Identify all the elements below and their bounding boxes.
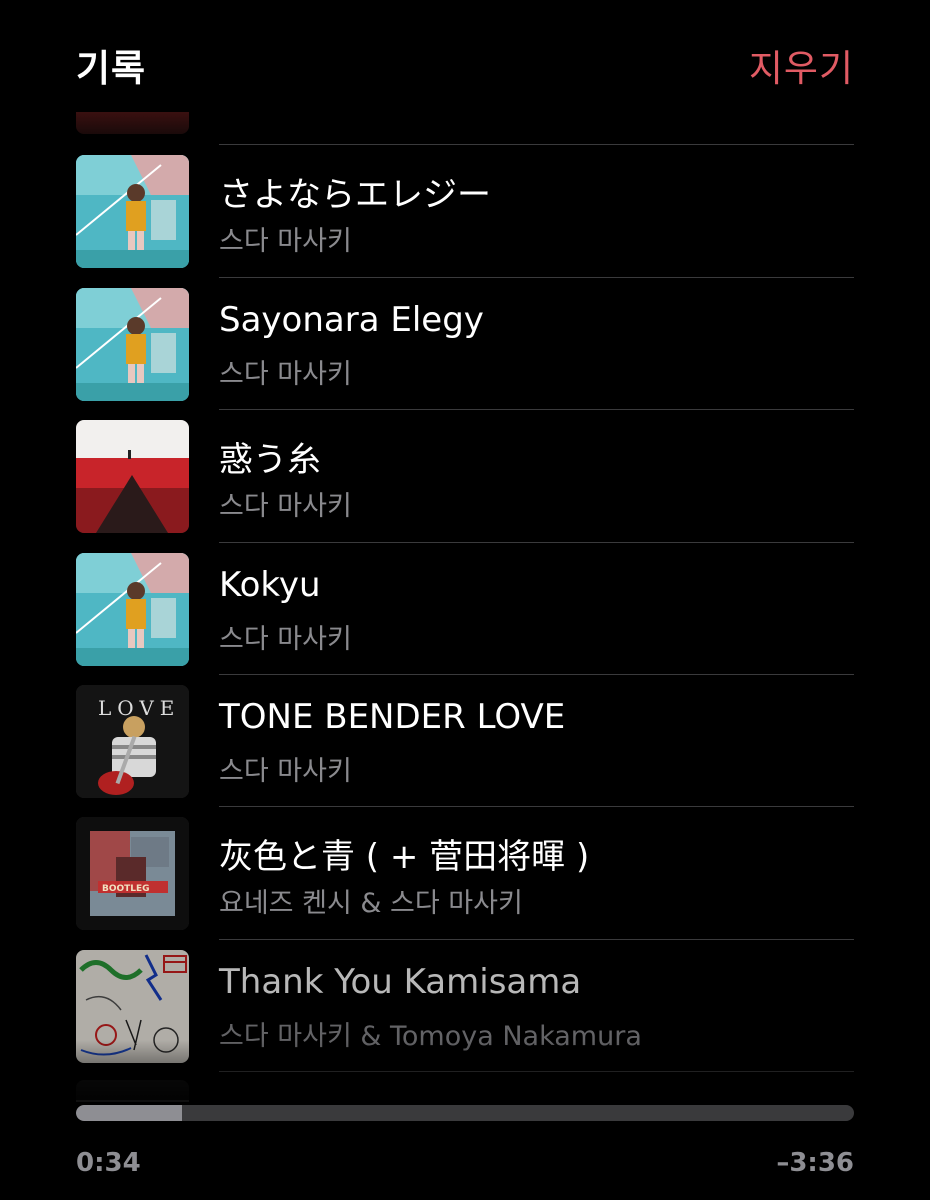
song-artist: 스다 마사키 xyxy=(219,359,352,390)
history-item[interactable]: Kokyu 스다 마사키 xyxy=(0,543,930,675)
album-art-cyan-boy xyxy=(76,288,189,401)
song-title: 灰色と青 ( + 菅田将暉 ) xyxy=(219,837,590,877)
page-title: 기록 xyxy=(76,47,147,90)
song-artist: 요네즈 켄시 & 스다 마사키 xyxy=(219,888,523,919)
song-title: TONE BENDER LOVE xyxy=(219,697,566,737)
divider xyxy=(219,1071,854,1072)
song-title: Kokyu xyxy=(219,565,321,605)
history-item[interactable]: Sayonara Elegy 스다 마사키 xyxy=(0,278,930,410)
song-title: Thank You Kamisama xyxy=(219,962,582,1002)
svg-text:LOVE: LOVE xyxy=(98,696,180,720)
playback-progress-fill xyxy=(76,1105,182,1121)
album-art-doodle xyxy=(76,950,189,1063)
partial-album-art xyxy=(76,1080,189,1102)
history-item[interactable]: 惑う糸 스다 마사키 xyxy=(0,410,930,542)
partial-album-art xyxy=(76,112,189,134)
remaining-time: –3:36 xyxy=(776,1148,854,1178)
album-art-red-field xyxy=(76,420,189,533)
song-artist: 스다 마사키 xyxy=(219,756,352,787)
song-artist: 스다 마사키 & Tomoya Nakamura xyxy=(219,1021,642,1052)
history-header: 기록 지우기 xyxy=(0,0,930,120)
album-art-cyan-boy xyxy=(76,155,189,268)
song-artist: 스다 마사키 xyxy=(219,226,352,257)
album-art-bootleg: BOOTLEG xyxy=(76,817,189,930)
history-item[interactable]: BOOTLEG 灰色と青 ( + 菅田将暉 ) 요네즈 켄시 & 스다 마사키 xyxy=(0,807,930,939)
song-title: Sayonara Elegy xyxy=(219,300,484,340)
album-art-love-guitar: LOVE xyxy=(76,685,189,798)
song-artist: 스다 마사키 xyxy=(219,491,352,522)
song-title: さよならエレジー xyxy=(219,175,491,215)
elapsed-time: 0:34 xyxy=(76,1148,141,1178)
svg-text:BOOTLEG: BOOTLEG xyxy=(102,884,150,894)
album-art-cyan-boy xyxy=(76,553,189,666)
song-title: 惑う糸 xyxy=(219,440,321,480)
song-artist: 스다 마사키 xyxy=(219,624,352,655)
history-item[interactable]: LOVE TONE BENDER LOVE 스다 마사키 xyxy=(0,675,930,807)
clear-button[interactable]: 지우기 xyxy=(749,38,854,92)
history-item[interactable]: さよならエレジー 스다 마사키 xyxy=(0,145,930,277)
history-item[interactable]: Thank You Kamisama 스다 마사키 & Tomoya Nakam… xyxy=(0,940,930,1072)
playback-scrubber[interactable] xyxy=(76,1105,854,1121)
